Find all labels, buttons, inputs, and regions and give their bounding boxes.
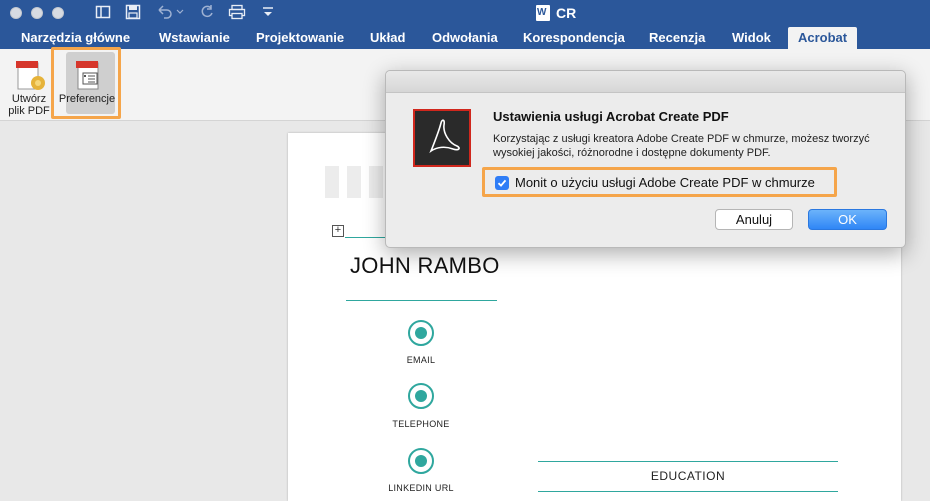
telephone-icon [408, 383, 434, 409]
tab-design[interactable]: Projektowanie [256, 27, 344, 49]
tab-layout[interactable]: Układ [370, 27, 405, 49]
undo-icon[interactable] [156, 4, 184, 22]
customize-toolbar-icon[interactable] [262, 4, 274, 22]
dialog-title-bar [386, 71, 905, 93]
tab-references[interactable]: Odwołania [432, 27, 498, 49]
word-document-icon [536, 5, 550, 21]
ribbon-tabs: Narzędzia główne Wstawianie Projektowani… [0, 27, 930, 49]
header-placeholder-bars [325, 166, 383, 198]
checkbox-highlight: Monit o użyciu usługi Adobe Create PDF w… [482, 167, 837, 197]
ok-button[interactable]: OK [808, 209, 887, 230]
placeholder-bar [347, 166, 361, 198]
title-bar: CR [0, 0, 930, 27]
contact-email-label: EMAIL [406, 355, 436, 365]
section-top-line [538, 461, 838, 462]
minimize-window-icon[interactable] [31, 7, 43, 19]
tab-view[interactable]: Widok [732, 27, 771, 49]
name-underline [346, 300, 497, 301]
tab-mailings[interactable]: Korespondencja [523, 27, 625, 49]
create-pdf-label-line1: Utwórz [11, 93, 47, 105]
window-title-text: CR [556, 5, 577, 21]
placeholder-bar [369, 166, 383, 198]
acrobat-settings-dialog: Ustawienia usługi Acrobat Create PDF Kor… [385, 70, 906, 248]
zoom-window-icon[interactable] [52, 7, 64, 19]
adobe-acrobat-icon [413, 109, 471, 167]
contact-telephone-label: TELEPHONE [392, 419, 450, 429]
cancel-button[interactable]: Anuluj [715, 209, 793, 230]
contact-linkedin-label: LINKEDIN URL [388, 483, 454, 493]
table-move-handle-icon[interactable]: + [332, 225, 344, 237]
print-icon[interactable] [228, 4, 246, 22]
dialog-title: Ustawienia usługi Acrobat Create PDF [493, 109, 729, 124]
section-bottom-line [538, 491, 838, 492]
tab-home[interactable]: Narzędzia główne [21, 27, 130, 49]
resume-name: JOHN RAMBO [350, 253, 500, 278]
tab-acrobat[interactable]: Acrobat [788, 27, 858, 49]
create-pdf-button[interactable]: Utwórz plik PDF [6, 49, 52, 117]
placeholder-bar [325, 166, 339, 198]
tab-review[interactable]: Recenzja [649, 27, 705, 49]
tab-insert[interactable]: Wstawianie [159, 27, 230, 49]
preferences-highlight [51, 47, 121, 119]
divider-line [345, 237, 390, 238]
cloud-prompt-checkbox[interactable] [495, 176, 509, 190]
sidebar-toggle-icon[interactable] [95, 4, 111, 22]
create-pdf-icon [12, 57, 46, 93]
redo-icon[interactable] [199, 4, 215, 22]
email-icon [408, 320, 434, 346]
close-window-icon[interactable] [10, 7, 22, 19]
window-title: CR [536, 5, 576, 21]
dialog-description: Korzystając z usługi kreatora Adobe Crea… [493, 133, 870, 159]
create-pdf-label-line2: plik PDF [8, 105, 50, 117]
education-heading: EDUCATION [650, 469, 726, 483]
linkedin-icon [408, 448, 434, 474]
save-icon[interactable] [125, 4, 141, 22]
cloud-prompt-checkbox-label[interactable]: Monit o użyciu usługi Adobe Create PDF w… [515, 175, 815, 190]
